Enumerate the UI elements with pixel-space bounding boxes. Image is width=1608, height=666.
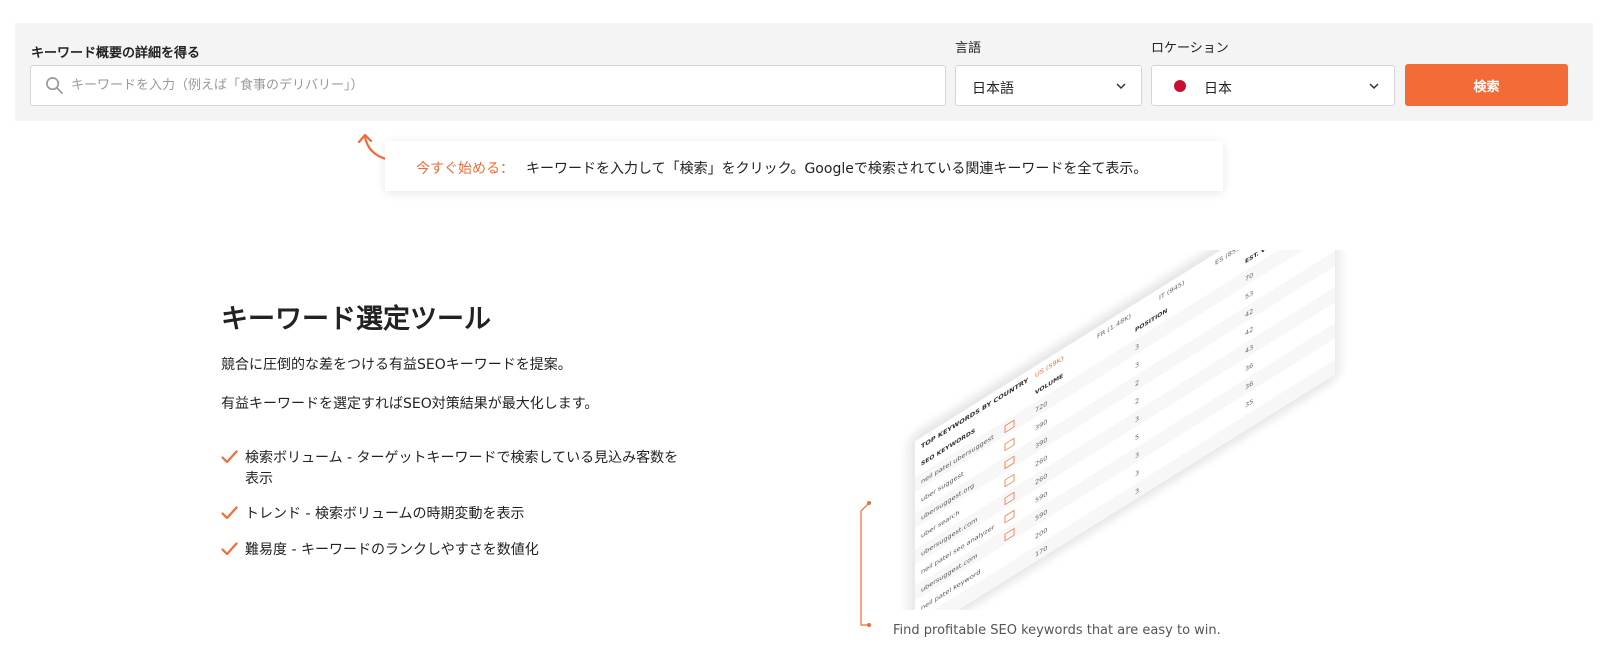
getting-started-tip: 今すぐ始める： キーワードを入力して「検索」をクリック。Googleで検索されて… xyxy=(385,141,1223,191)
illustration-caption: Find profitable SEO keywords that are ea… xyxy=(893,623,1221,638)
language-label: 言語 xyxy=(955,41,982,56)
feature-item-text: トレンド - 検索ボリュームの時期変動を表示 xyxy=(245,506,525,522)
feature-item-volume: 検索ボリューム - ターゲットキーワードで検索している見込み客数を表示 xyxy=(221,448,681,504)
chevron-down-icon xyxy=(1369,83,1379,90)
check-icon xyxy=(221,450,238,464)
feature-description-1: 競合に圧倒的な差をつける有益SEOキーワードを提案。 xyxy=(221,357,572,373)
search-button[interactable]: 検索 xyxy=(1405,64,1568,106)
caption-connector xyxy=(860,501,871,627)
keyword-table-illustration: TOP KEYWORDS BY COUNTRYUS (59K)FR (1.48K… xyxy=(909,250,1339,610)
language-select[interactable]: 日本語 xyxy=(955,65,1142,106)
check-icon xyxy=(221,506,238,520)
feature-title: キーワード選定ツール xyxy=(221,304,491,335)
feature-description-2: 有益キーワードを選定すればSEO対策結果が最大化します。 xyxy=(221,396,599,412)
search-icon xyxy=(46,77,63,94)
language-value: 日本語 xyxy=(972,81,1014,97)
feature-item-text: 検索ボリューム - ターゲットキーワードで検索している見込み客数を表示 xyxy=(245,450,679,487)
feature-item-text: 難易度 - キーワードのランクしやすさを数値化 xyxy=(245,542,539,558)
keyword-search-field[interactable] xyxy=(30,65,946,106)
feature-item-trend: トレンド - 検索ボリュームの時期変動を表示 xyxy=(221,504,681,540)
chevron-down-icon xyxy=(1116,83,1126,90)
location-value: 日本 xyxy=(1204,81,1232,97)
feature-item-difficulty: 難易度 - キーワードのランクしやすさを数値化 xyxy=(221,540,681,561)
tip-highlight: 今すぐ始める： xyxy=(416,161,514,177)
location-label: ロケーション xyxy=(1151,41,1229,56)
check-icon xyxy=(221,542,238,556)
japan-flag-icon xyxy=(1174,80,1186,92)
location-select[interactable]: 日本 xyxy=(1151,65,1395,106)
keyword-input[interactable] xyxy=(71,66,931,105)
feature-list: 検索ボリューム - ターゲットキーワードで検索している見込み客数を表示 トレンド… xyxy=(221,448,681,561)
keyword-search-panel: キーワード概要の詳細を得る 言語 ロケーション 日本語 日本 検索 xyxy=(15,23,1593,121)
keyword-label: キーワード概要の詳細を得る xyxy=(31,46,201,61)
tip-message: キーワードを入力して「検索」をクリック。Googleで検索されている関連キーワー… xyxy=(526,161,1148,177)
